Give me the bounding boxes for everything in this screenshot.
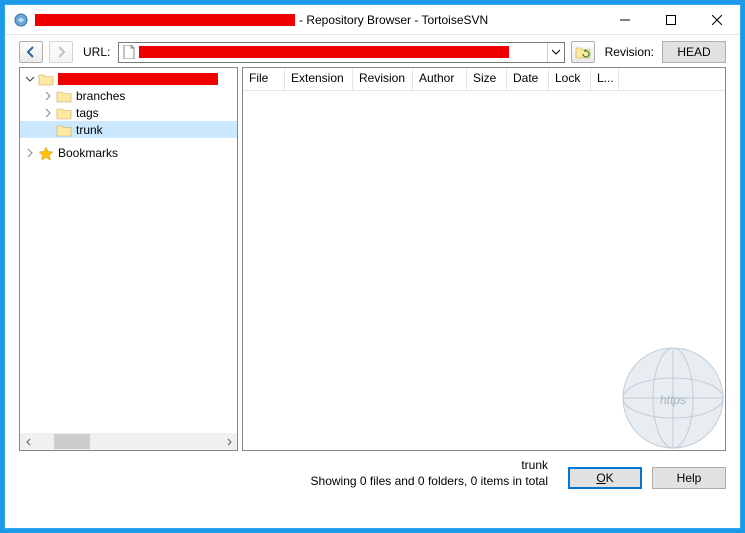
- folder-icon: [38, 72, 54, 86]
- url-dropdown-icon[interactable]: [547, 43, 564, 62]
- titlebar: - Repository Browser - TortoiseSVN: [5, 5, 740, 35]
- tree-item-label: trunk: [76, 123, 103, 137]
- col-file[interactable]: File: [243, 68, 285, 90]
- list-header: File Extension Revision Author Size Date…: [243, 68, 725, 91]
- revision-label: Revision:: [605, 45, 654, 59]
- title-redacted: [35, 14, 295, 26]
- tree-item-label: Bookmarks: [58, 146, 118, 160]
- help-button[interactable]: Help: [652, 467, 726, 489]
- tree-item-tags[interactable]: tags: [20, 104, 237, 121]
- window: - Repository Browser - TortoiseSVN URL: …: [4, 4, 741, 529]
- folder-icon: [56, 106, 72, 120]
- col-size[interactable]: Size: [467, 68, 507, 90]
- repo-tree[interactable]: branches tags trunk Bookmarks: [19, 67, 238, 451]
- revision-button[interactable]: HEAD: [662, 41, 726, 63]
- expand-icon[interactable]: [24, 147, 36, 159]
- folder-icon: [56, 123, 72, 137]
- minimize-button[interactable]: [602, 5, 648, 34]
- expand-icon[interactable]: [42, 107, 54, 119]
- status-summary: Showing 0 files and 0 folders, 0 items i…: [19, 473, 548, 489]
- tree-root[interactable]: [20, 70, 237, 87]
- col-author[interactable]: Author: [413, 68, 467, 90]
- url-redacted: [139, 46, 509, 58]
- file-list[interactable]: File Extension Revision Author Size Date…: [242, 67, 726, 451]
- scroll-left-icon[interactable]: [20, 433, 37, 450]
- forward-button[interactable]: [49, 41, 73, 63]
- app-icon: [13, 12, 29, 28]
- url-combobox[interactable]: [118, 42, 564, 63]
- https-watermark-icon: https: [613, 338, 726, 451]
- back-button[interactable]: [19, 41, 43, 63]
- expand-placeholder: [42, 124, 54, 136]
- status-area: trunk Showing 0 files and 0 folders, 0 i…: [5, 451, 740, 499]
- toolbar: URL: Revision: HEAD: [5, 35, 740, 67]
- file-icon: [123, 45, 135, 59]
- scroll-thumb[interactable]: [54, 434, 90, 449]
- status-path: trunk: [19, 457, 548, 473]
- go-button[interactable]: [571, 41, 595, 63]
- tree-root-redacted: [58, 73, 218, 85]
- url-label: URL:: [83, 45, 110, 59]
- star-icon: [38, 146, 54, 160]
- collapse-icon[interactable]: [24, 73, 36, 85]
- tree-hscrollbar[interactable]: [20, 433, 237, 450]
- expand-icon[interactable]: [42, 90, 54, 102]
- tree-item-label: branches: [76, 89, 125, 103]
- tree-bookmarks[interactable]: Bookmarks: [20, 144, 237, 161]
- tree-item-label: tags: [76, 106, 99, 120]
- scroll-right-icon[interactable]: [220, 433, 237, 450]
- tree-item-branches[interactable]: branches: [20, 87, 237, 104]
- tree-item-trunk[interactable]: trunk: [20, 121, 237, 138]
- col-extension[interactable]: Extension: [285, 68, 353, 90]
- ok-button[interactable]: OK: [568, 467, 642, 489]
- folder-icon: [56, 89, 72, 103]
- col-lock2[interactable]: L...: [591, 68, 619, 90]
- maximize-button[interactable]: [648, 5, 694, 34]
- col-revision[interactable]: Revision: [353, 68, 413, 90]
- svg-text:https: https: [660, 393, 686, 407]
- col-date[interactable]: Date: [507, 68, 549, 90]
- col-lock[interactable]: Lock: [549, 68, 591, 90]
- close-button[interactable]: [694, 5, 740, 34]
- window-title: - Repository Browser - TortoiseSVN: [299, 13, 488, 27]
